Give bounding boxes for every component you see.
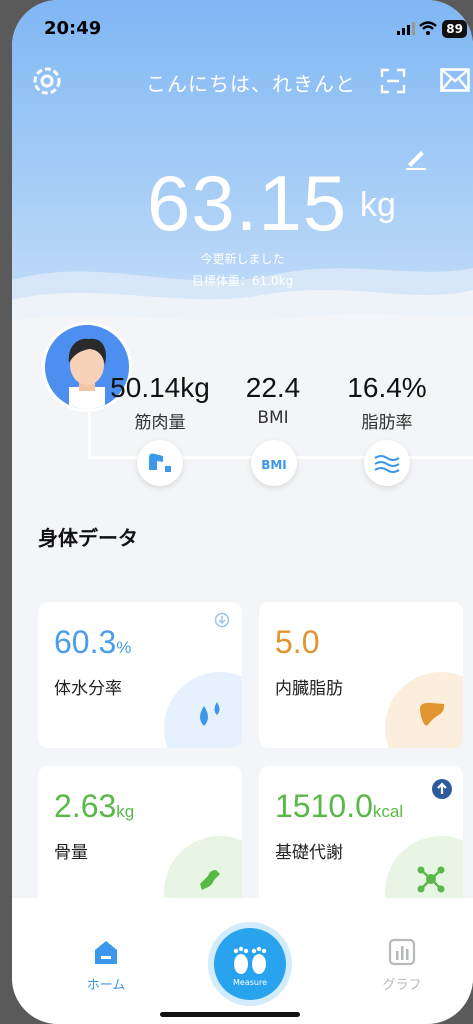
home-icon [95,941,117,964]
card-label: 内臓脂肪 [275,679,343,699]
card-bmr[interactable]: 1510.0kcal 基礎代謝 [259,766,463,912]
arrow-down-icon [214,612,230,628]
fat-icon[interactable] [364,440,410,486]
status-time: 20:49 [44,18,102,39]
muscle-value: 50.14kg [110,372,210,403]
bottom-nav: ホーム Measure グラフ [12,898,473,1024]
target-weight: 目標体重：61.0kg [191,274,294,288]
card-label: 骨量 [54,843,88,863]
mail-icon[interactable] [440,68,470,92]
fat-value: 16.4% [347,372,427,403]
bmi-icon[interactable]: BMI [251,440,297,486]
footprints-icon [233,946,267,974]
gear-icon[interactable] [30,64,64,98]
tab-home[interactable]: ホーム [76,938,136,993]
muscle-label: 筋肉量 [134,413,186,433]
metric-bmi[interactable]: 22.4 BMI [213,372,333,428]
header-area: 20:49 89 こんにちは、れきんと 63.15 kg 今更新しました 目標体… [12,0,473,340]
card-visceral-fat[interactable]: 5.0 内臓脂肪 [259,602,463,748]
muscle-icon[interactable] [137,440,183,486]
card-value: 1510.0kcal [275,788,404,824]
scan-icon[interactable] [380,68,406,94]
measure-label: Measure [233,978,267,987]
arrow-up-icon [432,779,452,799]
svg-text:BMI: BMI [261,458,287,472]
wifi-icon [419,21,437,35]
connector-line [88,404,91,458]
card-value: 5.0 [275,624,320,660]
card-label: 体水分率 [54,679,122,699]
bone-icon [200,870,220,890]
weight-unit: kg [360,186,396,224]
top-bar: こんにちは、れきんと [12,64,473,100]
home-label: ホーム [86,978,126,993]
edit-icon[interactable] [404,148,428,170]
updated-text: 今更新しました [200,252,285,266]
tab-graph[interactable]: グラフ [372,938,432,993]
liver-icon [420,702,445,726]
bar-chart-icon [388,938,416,966]
card-value: 2.63kg [54,788,135,824]
app-screen: 20:49 89 こんにちは、れきんと 63.15 kg 今更新しました 目標体… [12,0,473,1024]
greeting-text: こんにちは、れきんと [146,72,356,96]
metric-fat[interactable]: 16.4% 脂肪率 [327,372,447,433]
molecule-icon [417,866,445,893]
card-body-water[interactable]: 60.3% 体水分率 [38,602,242,748]
measure-button[interactable]: Measure [214,928,286,1000]
section-title: 身体データ [38,526,138,550]
water-drops-icon [200,702,220,726]
battery-indicator: 89 [442,20,467,38]
card-value: 60.3% [54,624,132,660]
graph-label: グラフ [382,978,422,993]
status-bar: 20:49 89 [12,18,473,42]
bmi-value: 22.4 [245,372,301,403]
bmi-label: BMI [257,408,289,428]
home-indicator [160,1012,300,1017]
card-bone-mass[interactable]: 2.63kg 骨量 [38,766,242,912]
weight-value: 63.15 [147,159,348,247]
signal-icon [397,22,415,35]
fat-label: 脂肪率 [361,413,413,433]
card-label: 基礎代謝 [275,843,343,863]
metric-muscle[interactable]: 50.14kg 筋肉量 [100,372,220,433]
